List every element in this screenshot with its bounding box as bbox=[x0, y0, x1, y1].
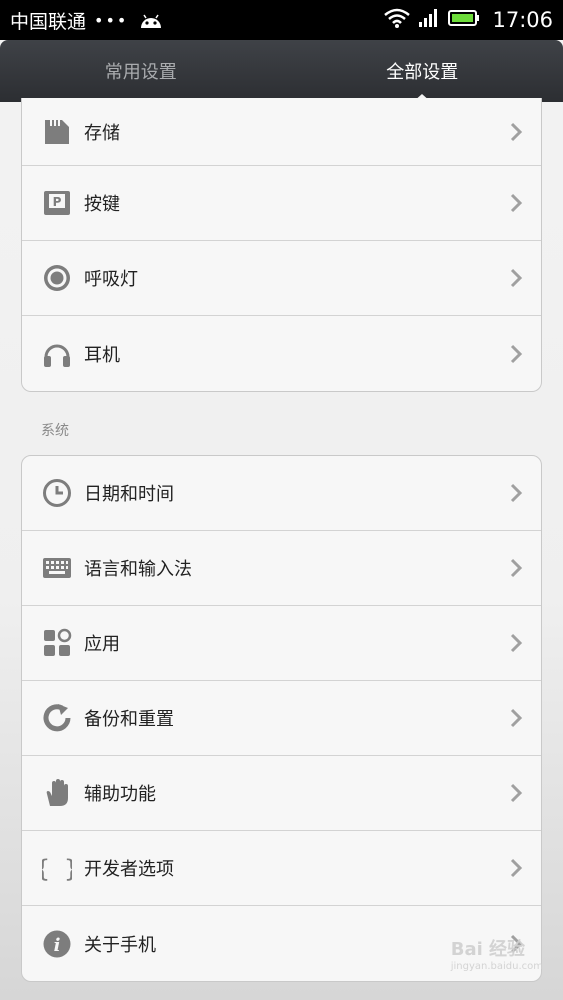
chevron-right-icon bbox=[510, 633, 523, 653]
baidu-watermark: Bai 经验 jingyan.baidu.com bbox=[451, 935, 543, 972]
list-item-label: 语言和输入法 bbox=[84, 559, 192, 580]
chevron-right-icon bbox=[510, 122, 523, 141]
list-item-label: 应用 bbox=[84, 634, 120, 655]
chevron-right-icon bbox=[510, 558, 523, 578]
list-item-label: 存储 bbox=[84, 122, 120, 144]
headphones-icon bbox=[42, 339, 72, 369]
key-p-icon: P bbox=[42, 188, 72, 218]
settings-content[interactable]: 存储 P 按键 呼吸灯 耳机 系统 日期和时间 语言和输入法 应用 备份和重置 … bbox=[0, 98, 563, 1000]
chevron-right-icon bbox=[510, 858, 523, 878]
hand-icon bbox=[42, 778, 72, 808]
svg-text:{ }: { } bbox=[42, 855, 72, 883]
svg-text:P: P bbox=[53, 195, 62, 209]
signal-dots: ••• bbox=[94, 10, 129, 30]
carrier-name: 中国联通 bbox=[10, 10, 87, 33]
chevron-right-icon bbox=[510, 708, 523, 728]
list-item-led[interactable]: 呼吸灯 bbox=[22, 241, 541, 316]
watermark-text: Bai 经验 bbox=[450, 939, 526, 960]
list-item-label: 辅助功能 bbox=[84, 784, 156, 805]
wifi-icon bbox=[384, 8, 411, 33]
list-item-headphones[interactable]: 耳机 bbox=[22, 316, 541, 391]
list-item-accessibility[interactable]: 辅助功能 bbox=[22, 756, 541, 831]
tab-common-settings[interactable]: 常用设置 bbox=[0, 40, 282, 102]
list-item-label: 呼吸灯 bbox=[84, 269, 138, 290]
list-item-keys[interactable]: P 按键 bbox=[22, 166, 541, 241]
list-item-label: 开发者选项 bbox=[84, 859, 174, 880]
watermark-url: jingyan.baidu.com bbox=[450, 961, 543, 972]
list-item-label: 日期和时间 bbox=[84, 484, 174, 505]
braces-icon: { } bbox=[42, 853, 72, 883]
list-item-developer-options[interactable]: { } 开发者选项 bbox=[22, 831, 541, 906]
led-icon bbox=[42, 263, 72, 293]
info-icon: i bbox=[42, 929, 72, 959]
list-item-label: 备份和重置 bbox=[84, 709, 174, 730]
list-item-language-input[interactable]: 语言和输入法 bbox=[22, 531, 541, 606]
list-item-label: 关于手机 bbox=[84, 934, 156, 956]
section-header-system: 系统 bbox=[41, 423, 69, 439]
list-item-date-time[interactable]: 日期和时间 bbox=[22, 456, 541, 531]
apps-icon bbox=[42, 628, 72, 658]
settings-group-system: 日期和时间 语言和输入法 应用 备份和重置 辅助功能 开发者选项 i 关于手机 bbox=[21, 455, 542, 982]
chevron-right-icon bbox=[510, 783, 523, 803]
signal-strength-icon bbox=[418, 8, 440, 33]
settings-group-device: 存储 P 按键 呼吸灯 耳机 bbox=[21, 98, 542, 392]
list-item-label: 按键 bbox=[84, 194, 120, 215]
sd-card-icon bbox=[42, 117, 72, 147]
battery-icon bbox=[448, 9, 480, 32]
tab-all-settings[interactable]: 全部设置 bbox=[282, 40, 563, 102]
settings-tabbar: 常用设置 全部设置 bbox=[0, 40, 563, 102]
backup-icon bbox=[42, 703, 72, 733]
chevron-right-icon bbox=[510, 483, 523, 503]
android-icon bbox=[138, 11, 164, 29]
chevron-right-icon bbox=[510, 193, 523, 213]
clock-time: 17:06 bbox=[492, 8, 553, 32]
list-item-apps[interactable]: 应用 bbox=[22, 606, 541, 681]
list-item-label: 耳机 bbox=[84, 344, 120, 366]
list-item-backup-reset[interactable]: 备份和重置 bbox=[22, 681, 541, 756]
list-item-storage[interactable]: 存储 bbox=[22, 98, 541, 166]
chevron-right-icon bbox=[510, 344, 523, 363]
status-bar: 中国联通 ••• 17:06 bbox=[0, 0, 563, 40]
chevron-right-icon bbox=[510, 268, 523, 288]
keyboard-icon bbox=[42, 553, 72, 583]
clock-icon bbox=[42, 478, 72, 508]
svg-text:i: i bbox=[54, 935, 61, 956]
